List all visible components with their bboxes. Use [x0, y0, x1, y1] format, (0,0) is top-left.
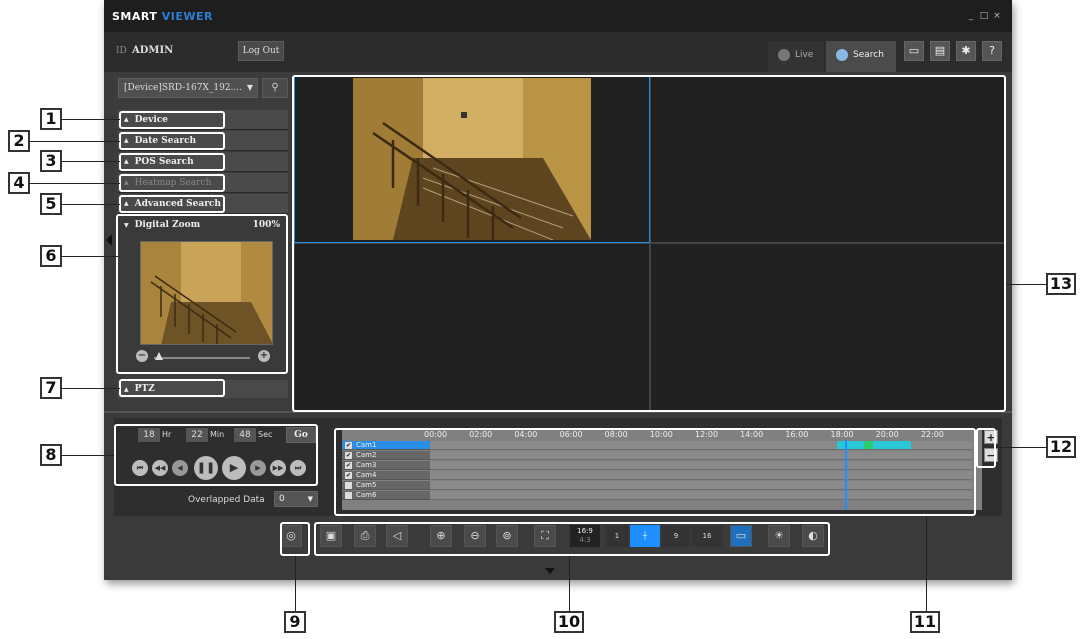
- highlight-backup: [280, 522, 310, 556]
- overlapped-data-select[interactable]: 0 ▼: [274, 491, 318, 507]
- id-label: ID: [116, 46, 127, 56]
- highlight-timeline: [334, 428, 976, 516]
- tab-live[interactable]: Live: [768, 41, 824, 72]
- highlight-video: [292, 75, 1006, 412]
- highlight-device: [119, 111, 225, 129]
- highlight-digital-zoom: [116, 214, 288, 374]
- leader-4: [30, 183, 120, 184]
- tab-search[interactable]: Search: [826, 41, 896, 72]
- gear-icon[interactable]: ✱: [956, 41, 976, 61]
- highlight-advanced: [119, 195, 225, 213]
- callout-11: 11: [910, 611, 940, 633]
- monitor-icon[interactable]: ▭: [904, 41, 924, 61]
- maximize-button[interactable]: □: [979, 10, 989, 22]
- leader-13: [1006, 284, 1048, 285]
- device-select-value: [Device]SRD-167X_192....: [124, 83, 242, 93]
- brand-smart: SMART: [112, 10, 158, 23]
- highlight-date-search: [119, 132, 225, 150]
- minimize-button[interactable]: _: [966, 10, 976, 22]
- leader-9: [295, 556, 296, 612]
- help-button[interactable]: ?: [982, 41, 1002, 61]
- leader-11: [926, 516, 927, 612]
- callout-12: 12: [1046, 436, 1076, 458]
- callout-9: 9: [284, 611, 306, 633]
- highlight-ptz: [119, 379, 225, 397]
- highlight-toolbar: [314, 522, 830, 556]
- leader-6: [62, 256, 118, 257]
- close-button[interactable]: ×: [992, 10, 1002, 22]
- overlapped-data-value: 0: [279, 494, 285, 504]
- highlight-pos-search: [119, 153, 225, 171]
- callout-1: 1: [40, 108, 62, 130]
- app-brand: SMART VIEWER: [112, 10, 213, 23]
- backup-icon[interactable]: ▤: [930, 41, 950, 61]
- callout-5: 5: [40, 193, 62, 215]
- leader-1: [62, 119, 120, 120]
- callout-8: 8: [40, 444, 62, 466]
- live-icon: [778, 48, 790, 61]
- callout-7: 7: [40, 377, 62, 399]
- manual-figure: SMART VIEWER _ □ × ID ADMIN Log Out Live…: [0, 0, 1084, 639]
- leader-8: [62, 455, 114, 456]
- callout-10: 10: [554, 611, 584, 633]
- leader-2: [30, 141, 120, 142]
- title-bar: SMART VIEWER _ □ ×: [104, 0, 1012, 32]
- brand-viewer: VIEWER: [161, 10, 213, 23]
- collapse-left-panel-icon[interactable]: [106, 234, 112, 246]
- callout-4: 4: [8, 172, 30, 194]
- device-select[interactable]: [Device]SRD-167X_192.... ▼: [118, 78, 258, 98]
- chevron-down-icon: ▼: [307, 495, 313, 503]
- leader-12: [996, 447, 1048, 448]
- overlapped-data-label: Overlapped Data: [188, 495, 265, 505]
- expand-bottom-icon[interactable]: [545, 568, 555, 574]
- leader-3: [62, 161, 120, 162]
- tab-live-label: Live: [795, 50, 814, 60]
- device-connect-icon[interactable]: ⚲: [262, 78, 288, 98]
- user-name: ADMIN: [132, 45, 174, 56]
- highlight-timeline-zoom: [976, 428, 996, 468]
- callout-6: 6: [40, 245, 62, 267]
- highlight-time-control: [114, 424, 318, 486]
- header-bar: ID ADMIN Log Out Live Search ▭ ▤ ✱ ?: [104, 32, 1012, 72]
- tab-search-label: Search: [853, 50, 884, 60]
- logout-button[interactable]: Log Out: [238, 41, 284, 61]
- callout-3: 3: [40, 150, 62, 172]
- callout-2: 2: [8, 130, 30, 152]
- leader-7: [62, 388, 120, 389]
- chevron-down-icon: ▼: [246, 83, 253, 92]
- highlight-heatmap: [119, 174, 225, 192]
- leader-5: [62, 204, 120, 205]
- callout-13: 13: [1046, 273, 1076, 295]
- search-icon: [836, 48, 848, 61]
- leader-10: [569, 556, 570, 612]
